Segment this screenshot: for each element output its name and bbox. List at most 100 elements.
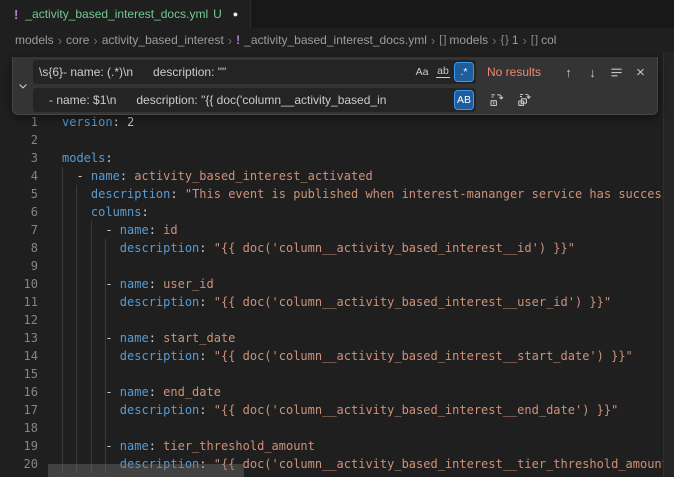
breadcrumb-label: 1 xyxy=(512,33,519,47)
tab-filename: _activity_based_interest_docs.yml xyxy=(25,7,208,21)
line-number: 3 xyxy=(0,149,38,167)
replace-input[interactable]: - name: $1\n description: "{{ doc('colum… xyxy=(33,88,476,112)
line-number: 16 xyxy=(0,383,38,401)
preserve-case-button[interactable]: AB xyxy=(454,90,474,110)
breadcrumb-label: activity_based_interest xyxy=(102,33,224,47)
replace-row: - name: $1\n description: "{{ doc('colum… xyxy=(33,88,651,112)
line-content xyxy=(38,131,62,149)
line-number: 4 xyxy=(0,167,38,185)
line-number: 19 xyxy=(0,437,38,455)
breadcrumb-label: models xyxy=(15,33,54,47)
breadcrumb-item[interactable]: activity_based_interest xyxy=(102,33,224,47)
replace-icon xyxy=(488,92,504,108)
code-line: 19 - name: tier_threshold_amount xyxy=(0,437,674,455)
line-content: description: "This event is published wh… xyxy=(38,185,669,203)
line-content xyxy=(38,365,62,383)
line-number: 18 xyxy=(0,419,38,437)
breadcrumb-separator-icon: › xyxy=(492,33,496,48)
line-content xyxy=(38,419,62,437)
find-query-text: \s{6}- name: (.*)\n description: "" xyxy=(39,65,411,79)
code-line: 1version: 2 xyxy=(0,113,674,131)
whole-word-button[interactable]: ab xyxy=(433,62,453,82)
breadcrumb-item[interactable]: core xyxy=(66,33,89,47)
modified-dot-icon[interactable]: ● xyxy=(233,9,238,19)
horizontal-scrollbar-thumb[interactable] xyxy=(48,464,244,477)
code-line: 13 - name: start_date xyxy=(0,329,674,347)
breadcrumb-item[interactable]: { } 1 xyxy=(500,33,518,47)
vertical-scrollbar-track[interactable] xyxy=(663,52,674,477)
line-number: 17 xyxy=(0,401,38,419)
find-next-button[interactable]: ↓ xyxy=(582,62,603,83)
line-content: models: xyxy=(38,149,113,167)
toggle-replace-button[interactable] xyxy=(13,57,33,114)
code-area[interactable]: 1version: 223models:4 - name: activity_b… xyxy=(0,113,674,473)
code-line: 5 description: "This event is published … xyxy=(0,185,674,203)
line-number: 6 xyxy=(0,203,38,221)
line-number: 14 xyxy=(0,347,38,365)
line-content: - name: activity_based_interest_activate… xyxy=(38,167,373,185)
code-line: 16 - name: end_date xyxy=(0,383,674,401)
find-input[interactable]: \s{6}- name: (.*)\n description: "" Aa a… xyxy=(33,60,476,84)
object-symbol-icon: { } xyxy=(500,34,507,46)
line-content: - name: end_date xyxy=(38,383,221,401)
replace-button[interactable] xyxy=(485,90,506,111)
regex-button[interactable]: .* xyxy=(454,62,474,82)
line-number: 9 xyxy=(0,257,38,275)
code-line: 11 description: "{{ doc('column__activit… xyxy=(0,293,674,311)
editor-pane[interactable]: 1version: 223models:4 - name: activity_b… xyxy=(0,52,674,477)
breadcrumb-label: col xyxy=(541,33,556,47)
tab-bar: ! _activity_based_interest_docs.yml U ● xyxy=(0,0,674,28)
breadcrumb-item[interactable]: ! _activity_based_interest_docs.yml xyxy=(236,33,427,47)
match-case-button[interactable]: Aa xyxy=(412,62,432,82)
line-content: description: "{{ doc('column__activity_b… xyxy=(38,401,618,419)
tab-active-file[interactable]: ! _activity_based_interest_docs.yml U ● xyxy=(0,0,251,28)
code-line: 9 xyxy=(0,257,674,275)
array-symbol-icon: [ ] xyxy=(531,34,537,46)
line-number: 8 xyxy=(0,239,38,257)
selection-lines-icon xyxy=(609,65,624,80)
line-number: 5 xyxy=(0,185,38,203)
code-line: 6 columns: xyxy=(0,203,674,221)
line-number: 1 xyxy=(0,113,38,131)
line-content: description: "{{ doc('column__activity_b… xyxy=(38,347,633,365)
code-line: 15 xyxy=(0,365,674,383)
line-number: 10 xyxy=(0,275,38,293)
line-content: - name: user_id xyxy=(38,275,214,293)
close-button[interactable]: × xyxy=(630,62,651,83)
replace-all-button[interactable] xyxy=(513,90,534,111)
breadcrumb-separator-icon: › xyxy=(523,33,527,48)
breadcrumb-item[interactable]: [ ] col xyxy=(531,33,557,47)
line-number: 12 xyxy=(0,311,38,329)
line-content xyxy=(38,257,62,275)
code-line: 8 description: "{{ doc('column__activity… xyxy=(0,239,674,257)
breadcrumb-label: core xyxy=(66,33,89,47)
line-content: - name: tier_threshold_amount xyxy=(38,437,315,455)
line-number: 20 xyxy=(0,455,38,473)
code-line: 2 xyxy=(0,131,674,149)
git-status-badge: U xyxy=(213,7,222,21)
line-content: description: "{{ doc('column__activity_b… xyxy=(38,293,611,311)
breadcrumb-label: _activity_based_interest_docs.yml xyxy=(244,33,427,47)
find-replace-widget: \s{6}- name: (.*)\n description: "" Aa a… xyxy=(12,57,658,115)
line-number: 13 xyxy=(0,329,38,347)
array-symbol-icon: [ ] xyxy=(439,34,445,46)
line-number: 7 xyxy=(0,221,38,239)
find-previous-button[interactable]: ↑ xyxy=(558,62,579,83)
yaml-warning-icon: ! xyxy=(14,7,18,22)
find-results-status: No results xyxy=(487,65,541,79)
line-number: 15 xyxy=(0,365,38,383)
chevron-down-icon xyxy=(17,80,29,92)
warning-symbol-icon: ! xyxy=(236,33,240,47)
breadcrumb-separator-icon: › xyxy=(58,33,62,48)
line-number: 11 xyxy=(0,293,38,311)
find-in-selection-button[interactable] xyxy=(606,62,627,83)
code-line: 18 xyxy=(0,419,674,437)
replace-all-icon xyxy=(516,92,532,108)
line-content: description: "{{ doc('column__activity_b… xyxy=(38,239,575,257)
breadcrumb-item[interactable]: [ ]models xyxy=(439,33,488,47)
breadcrumb-item[interactable]: models xyxy=(15,33,54,47)
code-line: 17 description: "{{ doc('column__activit… xyxy=(0,401,674,419)
line-content: columns: xyxy=(38,203,149,221)
line-content: - name: start_date xyxy=(38,329,235,347)
code-line: 3models: xyxy=(0,149,674,167)
